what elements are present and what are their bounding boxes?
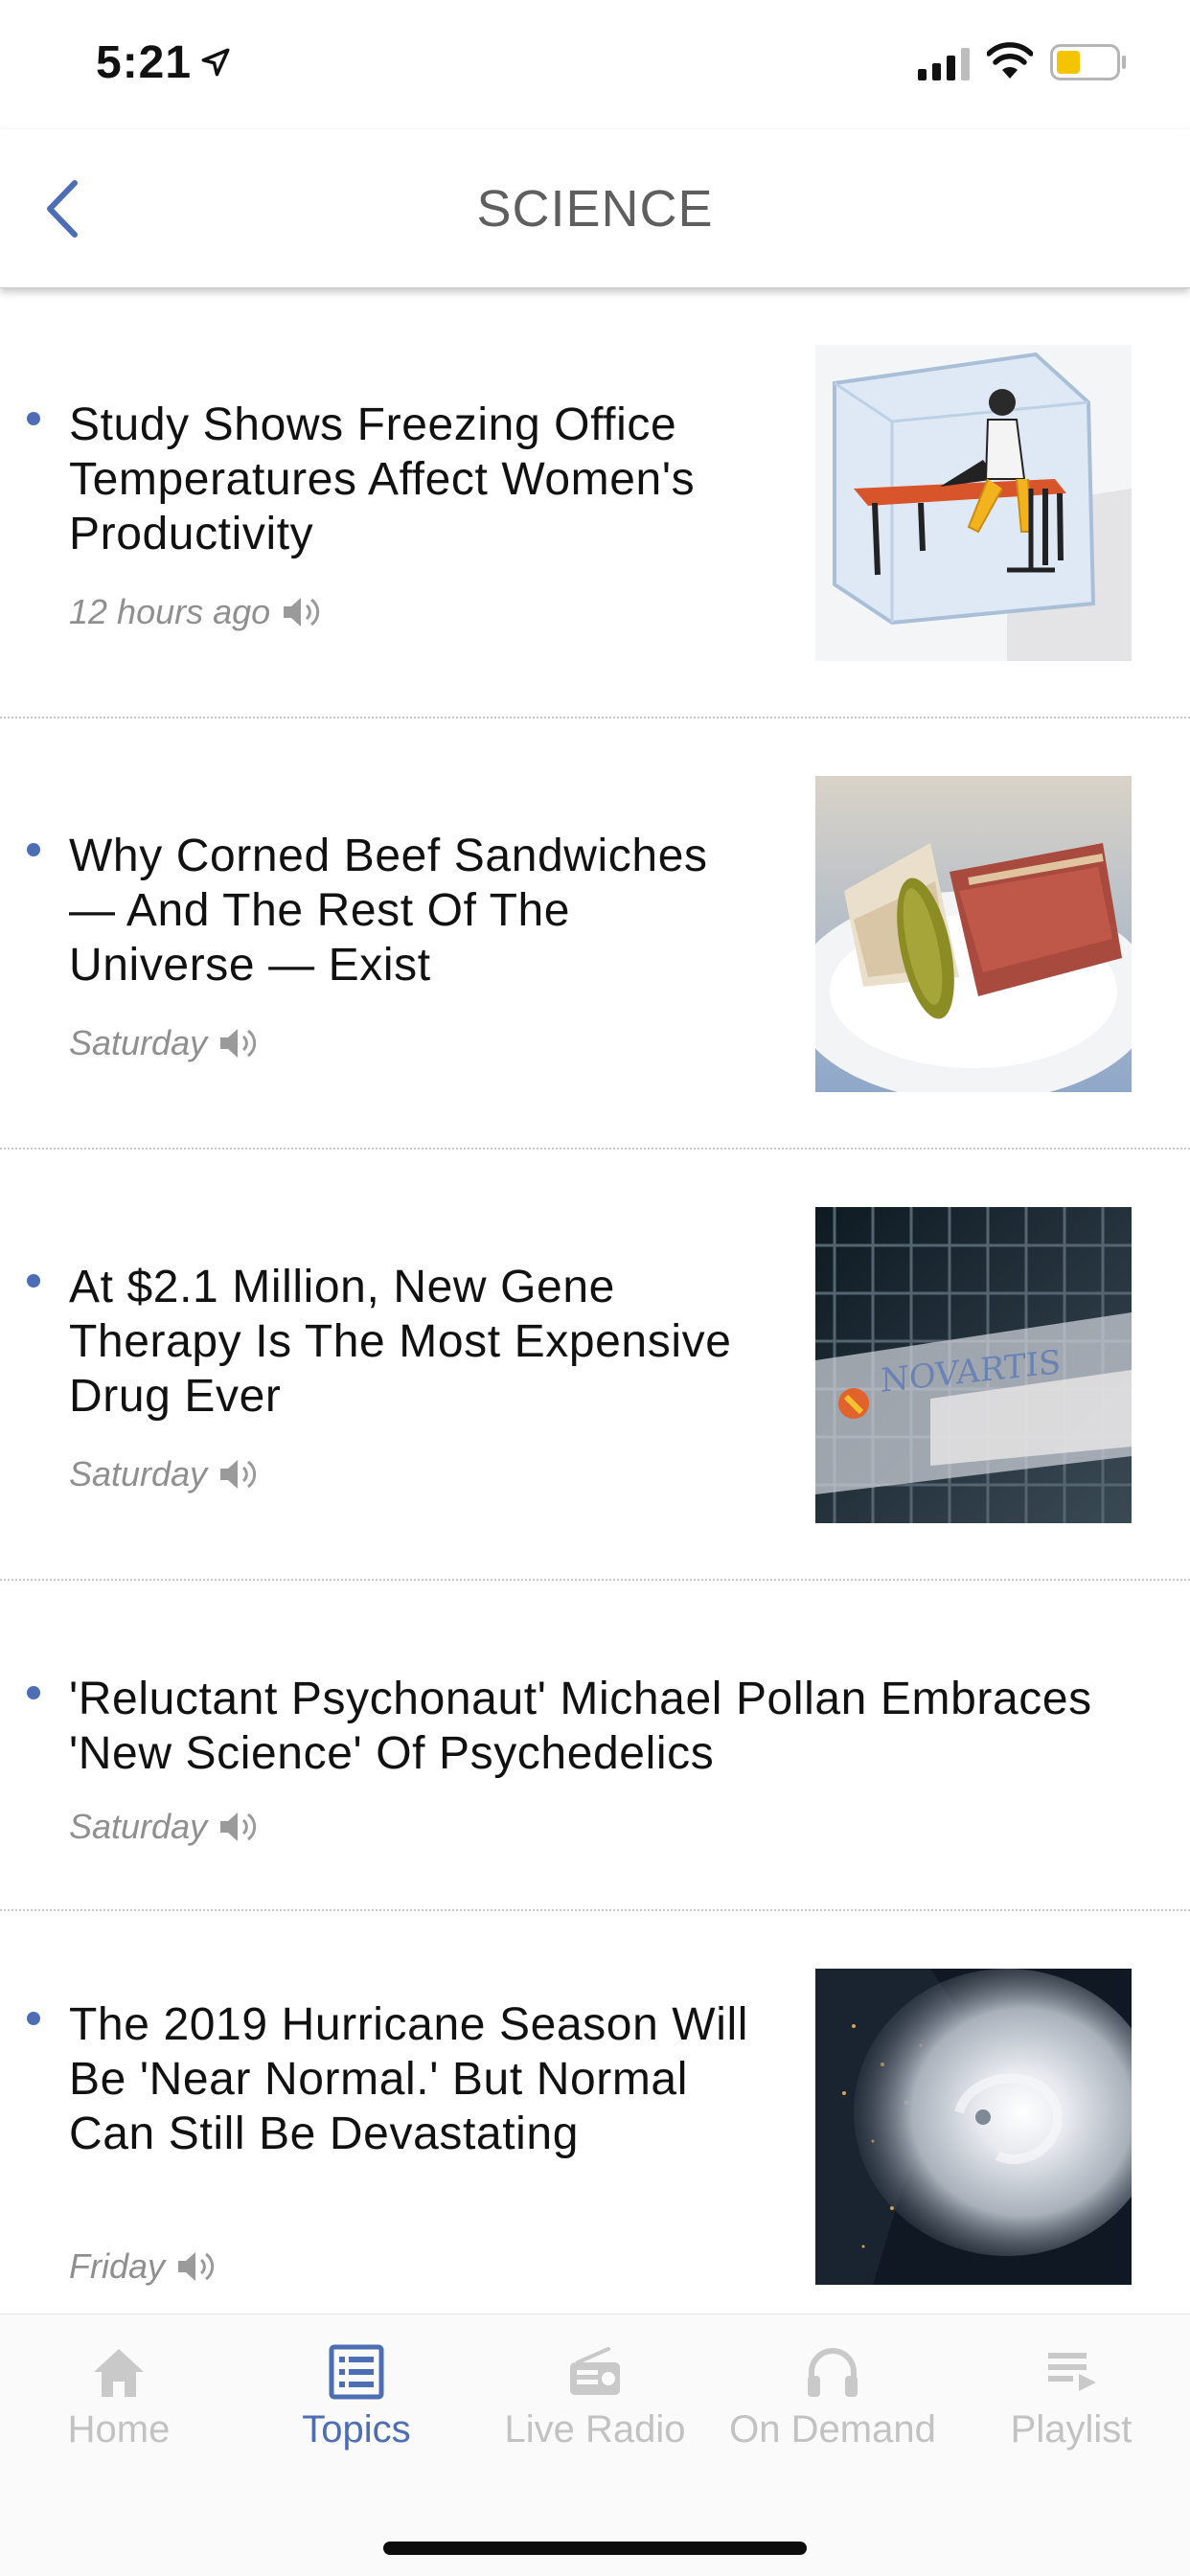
- tab-label: Playlist: [1010, 2408, 1133, 2451]
- speaker-icon[interactable]: [218, 1457, 259, 1492]
- article-item[interactable]: Why Corned Beef Sandwiches — And The Res…: [0, 718, 1190, 1150]
- speaker-icon[interactable]: [218, 1026, 259, 1060]
- tab-home[interactable]: Home: [0, 2343, 238, 2451]
- speaker-icon[interactable]: [282, 595, 322, 629]
- article-headline[interactable]: The 2019 Hurricane Season Will Be 'Near …: [69, 1997, 759, 2161]
- tab-topics[interactable]: Topics: [238, 2343, 475, 2451]
- article-item[interactable]: 'Reluctant Psychonaut' Michael Pollan Em…: [0, 1581, 1190, 1911]
- home-icon: [94, 2349, 144, 2397]
- article-headline[interactable]: Why Corned Beef Sandwiches — And The Res…: [69, 829, 759, 992]
- article-time: Saturday: [69, 1454, 208, 1493]
- woman-at-desk-in-ice-cube-image[interactable]: [815, 345, 1132, 661]
- article-item[interactable]: Study Shows Freezing Office Temperatures…: [0, 287, 1190, 718]
- article-meta: Saturday: [69, 1454, 259, 1494]
- speaker-icon[interactable]: [218, 1810, 259, 1844]
- unread-dot: [27, 2012, 40, 2025]
- article-meta: Saturday: [69, 1807, 259, 1847]
- tab-on-demand[interactable]: On Demand: [714, 2343, 951, 2451]
- article-meta: Friday: [69, 2246, 217, 2287]
- hurricane-satellite-image[interactable]: [815, 1969, 1132, 2285]
- page-title: SCIENCE: [476, 180, 714, 238]
- topics-icon: [329, 2344, 384, 2400]
- radio-icon: [570, 2347, 620, 2395]
- unread-dot: [27, 412, 40, 425]
- article-time: 12 hours ago: [69, 592, 271, 631]
- tab-label: Topics: [302, 2408, 411, 2451]
- status-bar: 5:21: [0, 0, 1190, 129]
- battery-icon: [1050, 44, 1126, 80]
- unread-dot: [27, 1686, 40, 1699]
- playlist-icon: [1048, 2353, 1096, 2391]
- article-item[interactable]: The 2019 Hurricane Season Will Be 'Near …: [0, 1911, 1190, 2314]
- corned-beef-sandwich-image[interactable]: [815, 776, 1132, 1092]
- status-time: 5:21: [96, 37, 193, 88]
- article-meta: 12 hours ago: [69, 592, 322, 632]
- tab-label: Live Radio: [504, 2408, 686, 2451]
- article-headline[interactable]: 'Reluctant Psychonaut' Michael Pollan Em…: [69, 1672, 1142, 1781]
- location-arrow-icon: [201, 48, 230, 77]
- novartis-building-image[interactable]: NOVARTIS: [815, 1207, 1132, 1523]
- tab-label: Home: [67, 2408, 171, 2451]
- headphones-icon: [808, 2348, 858, 2397]
- wifi-icon: [987, 42, 1033, 79]
- tab-playlist[interactable]: Playlist: [952, 2343, 1190, 2451]
- article-time: Saturday: [69, 1807, 208, 1846]
- article-headline[interactable]: Study Shows Freezing Office Temperatures…: [69, 398, 759, 561]
- unread-dot: [27, 1274, 40, 1288]
- article-time: Friday: [69, 2246, 166, 2286]
- tab-bar: Home Topics Live Radio On Demand Playlis…: [0, 2314, 1190, 2576]
- speaker-icon[interactable]: [176, 2249, 217, 2284]
- article-item[interactable]: At $2.1 Million, New Gene Therapy Is The…: [0, 1150, 1190, 1581]
- tab-label: On Demand: [729, 2408, 936, 2451]
- article-meta: Saturday: [69, 1023, 259, 1063]
- article-time: Saturday: [69, 1023, 208, 1062]
- cellular-signal-icon: [918, 48, 970, 80]
- unread-dot: [27, 843, 40, 856]
- home-indicator[interactable]: [383, 2542, 807, 2555]
- tab-live-radio[interactable]: Live Radio: [476, 2343, 714, 2451]
- article-list: Study Shows Freezing Office Temperatures…: [0, 287, 1190, 2314]
- navigation-bar: SCIENCE: [0, 129, 1190, 288]
- article-headline[interactable]: At $2.1 Million, New Gene Therapy Is The…: [69, 1260, 759, 1424]
